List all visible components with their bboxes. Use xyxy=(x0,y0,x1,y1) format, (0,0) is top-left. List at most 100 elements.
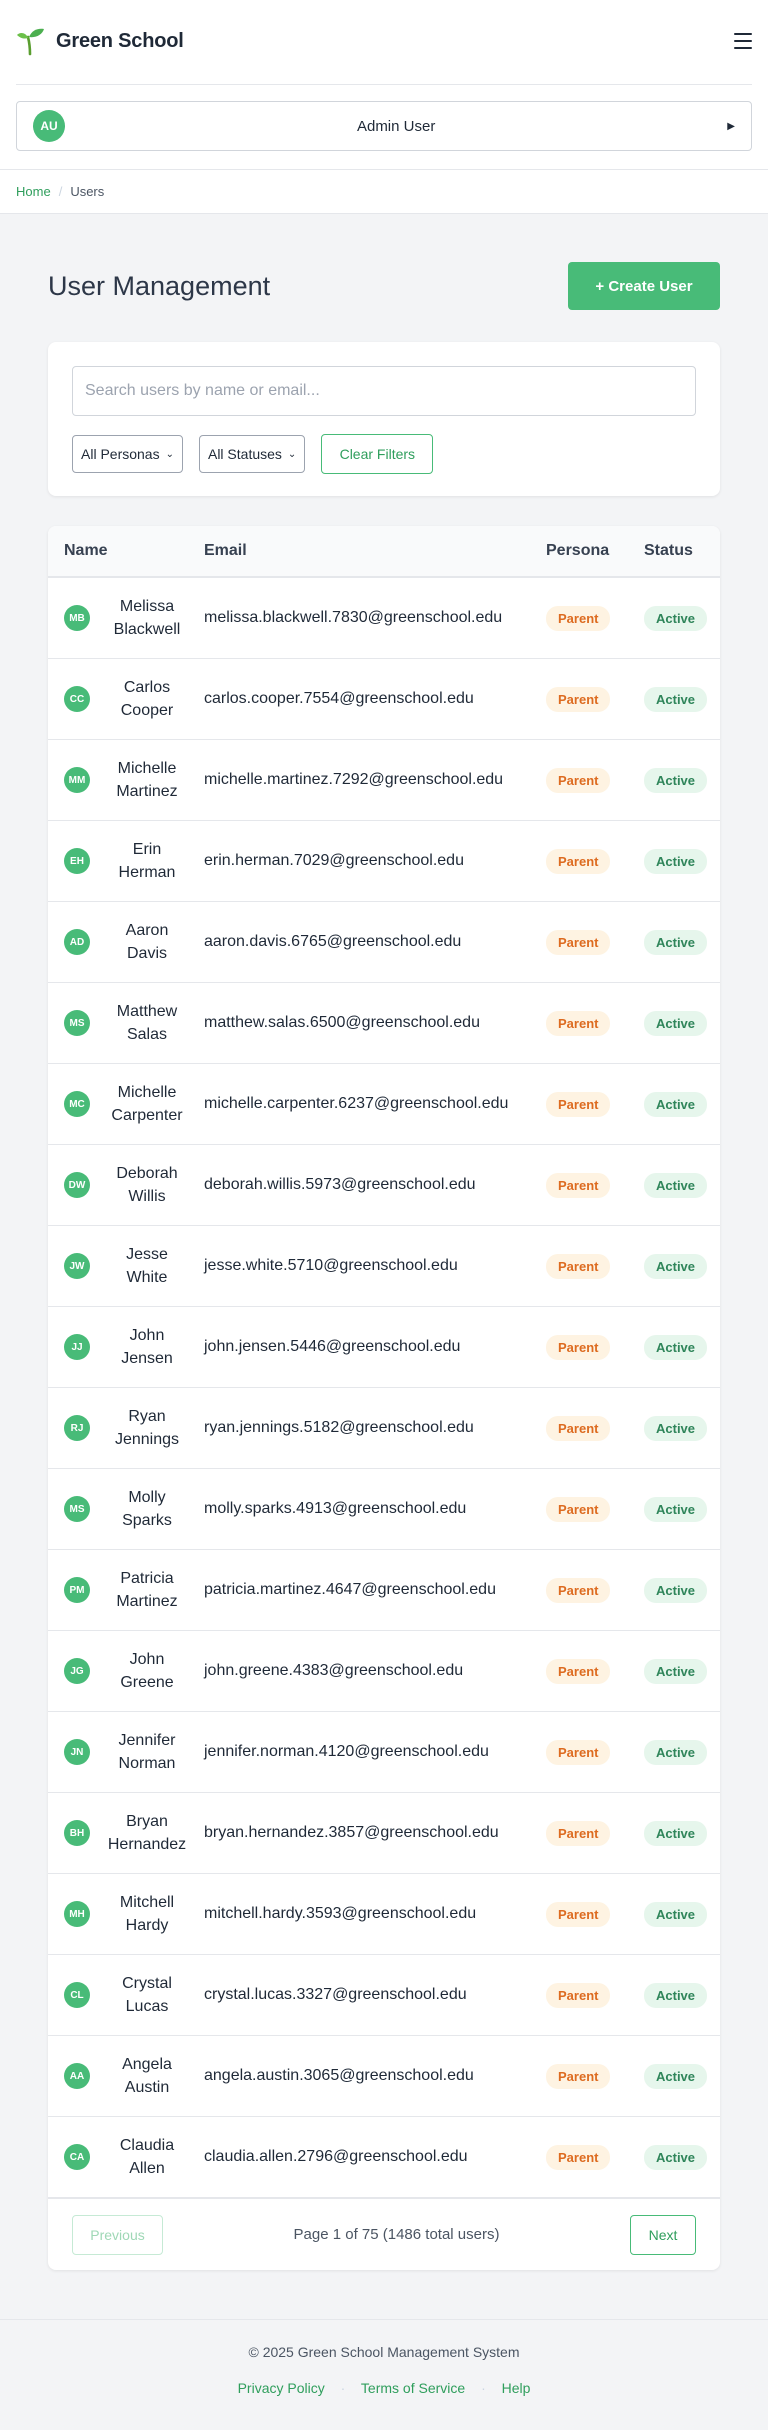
privacy-policy-link[interactable]: Privacy Policy xyxy=(238,2380,325,2396)
table-row[interactable]: JW Jesse White jesse.white.5710@greenschool… xyxy=(48,1226,720,1307)
user-email: melissa.blackwell.7830@greenschool.edu xyxy=(204,609,503,626)
table-row[interactable]: MS Molly Sparks molly.sparks.4913@greenscho… xyxy=(48,1469,720,1550)
user-last-name: Sparks xyxy=(122,1512,172,1529)
table-row[interactable]: MS Matthew Salas matthew.salas.6500@greensc… xyxy=(48,983,720,1064)
terms-of-service-link[interactable]: Terms of Service xyxy=(361,2380,465,2396)
persona-badge: Parent xyxy=(546,1334,611,1360)
status-badge: Active xyxy=(644,1172,708,1198)
filter-panel: All Personas ⌄ All Statuses ⌄ Clear Filt… xyxy=(48,342,720,496)
persona-badge: Parent xyxy=(546,848,611,874)
status-badge: Active xyxy=(644,1820,708,1846)
brand[interactable]: Green School xyxy=(16,26,184,56)
table-row[interactable]: AA Angela Austin angela.austin.3065@greensc… xyxy=(48,2036,720,2117)
user-first-name: Aaron xyxy=(125,922,169,939)
status-filter-select[interactable]: All Statuses ⌄ xyxy=(198,435,306,473)
table-row[interactable]: BH Bryan Hernandez bryan.hernandez.3857@gre… xyxy=(48,1793,720,1874)
status-cell: Active xyxy=(644,1415,720,1441)
user-email: deborah.willis.5973@greenschool.edu xyxy=(204,1176,476,1193)
chevron-down-icon: ⌄ xyxy=(287,448,297,460)
avatar: MC xyxy=(64,1091,90,1117)
user-name-cell: EH Erin Herman xyxy=(48,838,204,884)
column-header-email[interactable]: Email xyxy=(204,542,546,560)
persona-cell: Parent xyxy=(546,1577,644,1603)
status-cell: Active xyxy=(644,1658,720,1684)
user-email: jennifer.norman.4120@greenschool.edu xyxy=(204,1743,489,1760)
user-full-name: Patricia Martinez xyxy=(90,1567,204,1613)
user-first-name: Patricia xyxy=(120,1570,174,1587)
persona-cell: Parent xyxy=(546,1820,644,1846)
table-row[interactable]: MH Mitchell Hardy mitchell.hardy.3593@green… xyxy=(48,1874,720,1955)
page-info: Page 1 of 75 (1486 total users) xyxy=(293,2226,500,2243)
user-email: matthew.salas.6500@greenschool.edu xyxy=(204,1014,480,1031)
table-row[interactable]: EH Erin Herman erin.herman.7029@greenschool… xyxy=(48,821,720,902)
breadcrumb-separator: / xyxy=(58,184,63,199)
status-cell: Active xyxy=(644,1091,720,1117)
user-first-name: John xyxy=(129,1651,165,1668)
clear-filters-button[interactable]: Clear Filters xyxy=(321,434,434,474)
user-email: jesse.white.5710@greenschool.edu xyxy=(204,1257,458,1274)
user-full-name: Carlos Cooper xyxy=(90,676,204,722)
breadcrumb-home-link[interactable]: Home xyxy=(16,184,51,199)
status-badge: Active xyxy=(644,1901,708,1927)
status-badge: Active xyxy=(644,848,708,874)
status-badge: Active xyxy=(644,1658,708,1684)
search-input[interactable] xyxy=(72,366,696,416)
avatar: RJ xyxy=(64,1415,90,1441)
create-user-button[interactable]: + Create User xyxy=(568,262,720,310)
user-full-name: John Jensen xyxy=(90,1324,204,1370)
help-link[interactable]: Help xyxy=(502,2380,531,2396)
user-last-name: Salas xyxy=(126,1026,168,1043)
hamburger-menu-icon[interactable] xyxy=(734,33,752,49)
table-row[interactable]: JG John Greene john.greene.4383@greenschool… xyxy=(48,1631,720,1712)
next-page-button[interactable]: Next xyxy=(630,2214,696,2255)
footer: © 2025 Green School Management System Pr… xyxy=(0,2319,768,2430)
user-last-name: Hernandez xyxy=(107,1836,187,1853)
persona-badge: Parent xyxy=(546,1982,611,2008)
user-name-cell: JW Jesse White xyxy=(48,1243,204,1289)
avatar: EH xyxy=(64,848,90,874)
user-email: ryan.jennings.5182@greenschool.edu xyxy=(204,1419,474,1436)
table-row[interactable]: MB Melissa Blackwell melissa.blackwell.7830… xyxy=(48,578,720,659)
persona-cell: Parent xyxy=(546,1496,644,1522)
user-menu[interactable]: AU Admin User ▶ xyxy=(16,101,752,151)
user-first-name: Claudia xyxy=(119,2137,175,2154)
persona-badge: Parent xyxy=(546,1577,611,1603)
status-cell: Active xyxy=(644,1172,720,1198)
previous-page-button[interactable]: Previous xyxy=(72,2214,163,2255)
table-row[interactable]: DW Deborah Willis deborah.willis.5973@green… xyxy=(48,1145,720,1226)
table-row[interactable]: JJ John Jensen john.jensen.5446@greenschool… xyxy=(48,1307,720,1388)
footer-separator: · xyxy=(481,2380,486,2396)
table-row[interactable]: AD Aaron Davis aaron.davis.6765@greenschool… xyxy=(48,902,720,983)
table-row[interactable]: CL Crystal Lucas crystal.lucas.3327@greensc… xyxy=(48,1955,720,2036)
table-row[interactable]: JN Jennifer Norman jennifer.norman.4120@gre… xyxy=(48,1712,720,1793)
table-row[interactable]: MM Michelle Martinez michelle.martinez.7292… xyxy=(48,740,720,821)
user-email: john.greene.4383@greenschool.edu xyxy=(204,1662,464,1679)
status-badge: Active xyxy=(644,1982,708,2008)
persona-cell: Parent xyxy=(546,1010,644,1036)
user-first-name: Michelle xyxy=(117,1084,177,1101)
user-full-name: Ryan Jennings xyxy=(90,1405,204,1451)
table-row[interactable]: MC Michelle Carpenter michelle.carpenter.62… xyxy=(48,1064,720,1145)
status-badge: Active xyxy=(644,2144,708,2170)
user-full-name: Claudia Allen xyxy=(90,2134,204,2180)
app-header: Green School AU Admin User ▶ xyxy=(0,0,768,170)
user-last-name: Davis xyxy=(126,945,167,962)
user-last-name: Martinez xyxy=(116,1593,178,1610)
table-row[interactable]: PM Patricia Martinez patricia.martinez.4647… xyxy=(48,1550,720,1631)
table-row[interactable]: RJ Ryan Jennings ryan.jennings.5182@greensc… xyxy=(48,1388,720,1469)
column-header-persona[interactable]: Persona xyxy=(546,542,644,560)
user-first-name: Bryan xyxy=(126,1813,168,1830)
chevron-down-icon: ⌄ xyxy=(165,448,174,460)
table-row[interactable]: CC Carlos Cooper carlos.cooper.7554@greensc… xyxy=(48,659,720,740)
user-first-name: Matthew xyxy=(116,1003,178,1020)
pagination: Previous Page 1 of 75 (1486 total users)… xyxy=(48,2198,720,2270)
column-header-name[interactable]: Name xyxy=(48,542,204,560)
user-full-name: Bryan Hernandez xyxy=(90,1810,204,1856)
table-row[interactable]: CA Claudia Allen claudia.allen.2796@greensc… xyxy=(48,2117,720,2198)
user-email: bryan.hernandez.3857@greenschool.edu xyxy=(204,1824,499,1841)
column-header-status[interactable]: Status xyxy=(644,542,720,560)
avatar: CC xyxy=(64,686,90,712)
user-full-name: Molly Sparks xyxy=(90,1486,204,1532)
user-name-cell: MM Michelle Martinez xyxy=(48,757,204,803)
persona-filter-select[interactable]: All Personas ⌄ xyxy=(72,435,183,473)
